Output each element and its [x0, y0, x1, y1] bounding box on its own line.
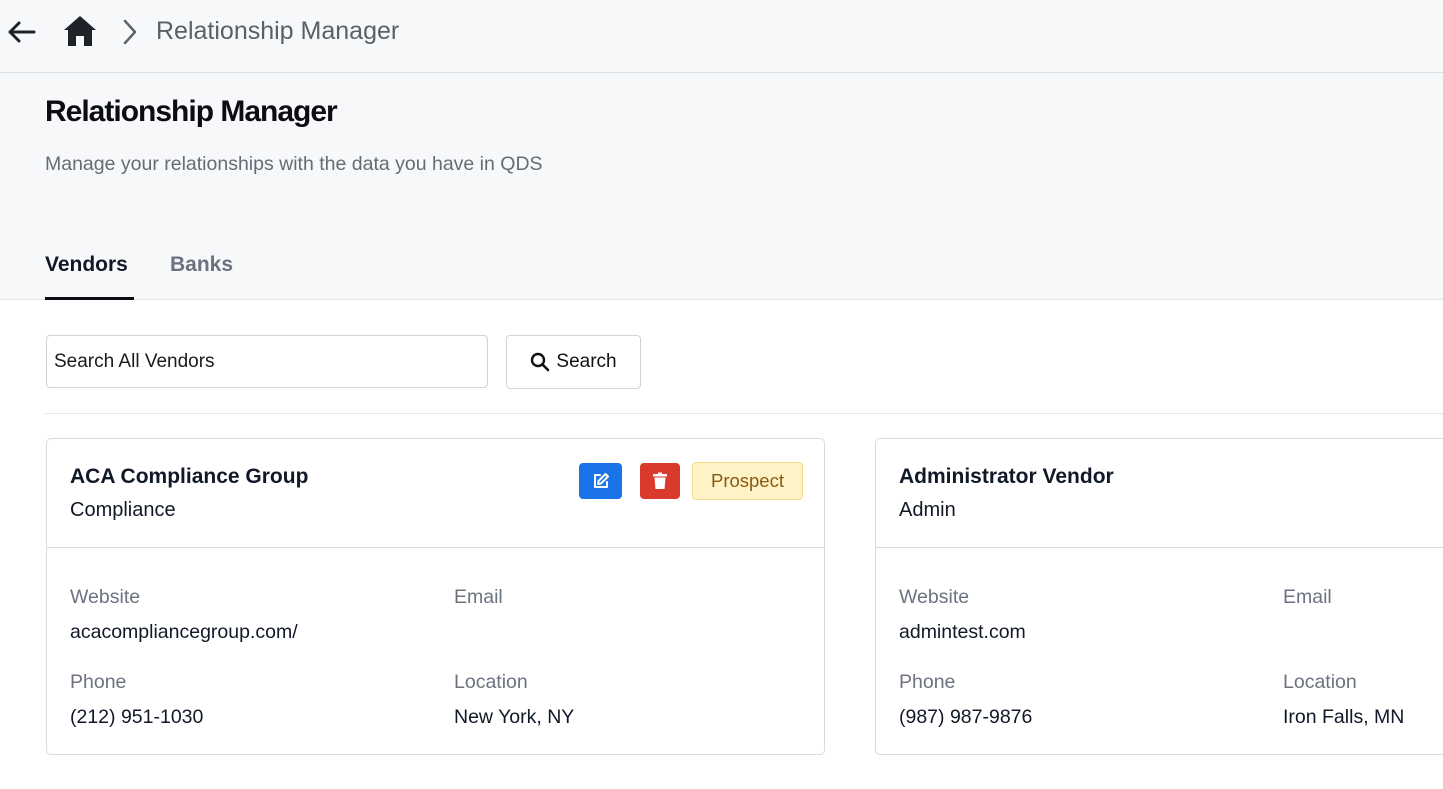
back-button[interactable]	[5, 17, 37, 47]
vendor-card-header: Administrator Vendor Admin	[876, 439, 1443, 548]
section-divider	[45, 413, 1443, 414]
active-tab-indicator	[45, 297, 134, 300]
home-icon	[64, 16, 96, 46]
top-bar: Relationship Manager	[0, 0, 1443, 73]
vendor-name: ACA Compliance Group	[70, 465, 309, 488]
location-value: New York, NY	[454, 706, 575, 728]
chevron-right-icon	[120, 18, 140, 46]
location-value: Iron Falls, MN	[1283, 706, 1405, 728]
tab-banks[interactable]: Banks	[170, 251, 233, 279]
pencil-square-icon	[593, 473, 609, 488]
breadcrumb-current: Relationship Manager	[156, 17, 400, 45]
search-button-label: Search	[556, 351, 617, 372]
location-label: Location	[454, 671, 528, 693]
vendor-category: Compliance	[70, 499, 176, 521]
vendor-name: Administrator Vendor	[899, 465, 1114, 488]
phone-label: Phone	[899, 671, 956, 693]
website-label: Website	[70, 586, 141, 608]
email-label: Email	[454, 586, 503, 608]
website-value: acacompliancegroup.com/	[70, 621, 298, 643]
vendor-card-header: ACA Compliance Group Compliance Prospect	[47, 439, 824, 548]
arrow-left-icon	[8, 21, 36, 43]
trash-icon	[653, 472, 667, 489]
page-subtitle: Manage your relationships with the data …	[45, 153, 543, 175]
tab-vendors[interactable]: Vendors	[45, 251, 128, 279]
page-title: Relationship Manager	[45, 95, 338, 128]
email-label: Email	[1283, 586, 1332, 608]
magnifier-icon	[531, 352, 550, 372]
home-button[interactable]	[62, 13, 98, 49]
website-label: Website	[899, 586, 970, 608]
edit-vendor-button[interactable]	[579, 463, 622, 499]
location-label: Location	[1283, 671, 1357, 693]
page-header: Relationship Manager Manage your relatio…	[0, 73, 1443, 300]
phone-label: Phone	[70, 671, 127, 693]
vendor-card: ACA Compliance Group Compliance Prospect…	[46, 438, 825, 755]
delete-vendor-button[interactable]	[640, 463, 680, 499]
phone-value: (987) 987-9876	[899, 706, 1033, 728]
vendor-category: Admin	[899, 499, 956, 521]
website-value: admintest.com	[899, 621, 1026, 643]
search-input[interactable]	[46, 335, 488, 388]
status-badge: Prospect	[692, 462, 803, 500]
vendor-card: Administrator Vendor Admin Website admin…	[875, 438, 1443, 755]
phone-value: (212) 951-1030	[70, 706, 204, 728]
search-button[interactable]: Search	[506, 335, 641, 389]
